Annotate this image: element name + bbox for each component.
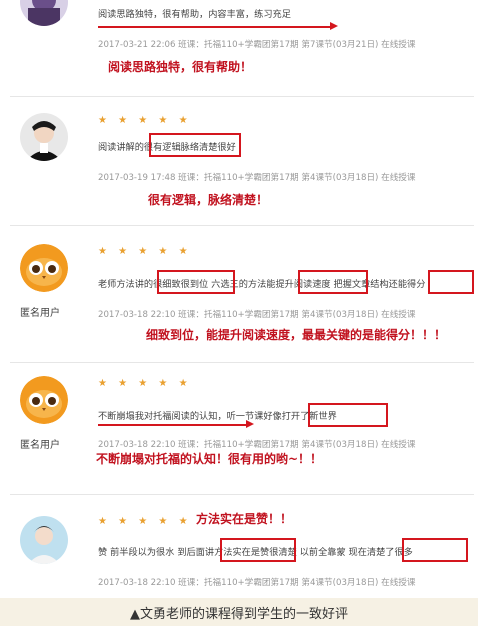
highlight-box <box>298 270 368 294</box>
review-card-2: ★ ★ ★ ★ ★ 阅读讲解的很有逻辑脉络清楚很好 2017-03-19 17:… <box>10 97 474 226</box>
image-caption: ▲文勇老师的课程得到学生的一致好评 <box>130 607 348 622</box>
annotation-text: 阅读思路独特，很有帮助！ <box>108 60 253 74</box>
highlight-box <box>157 270 235 294</box>
review-card-3: 匿名用户 ★ ★ ★ ★ ★ 老师方法讲的很细致很到位 六选三的方法能提升阅读速… <box>10 232 474 363</box>
review-meta: 2017-03-21 22:06 班课：托福110+学霸团第17期 第7课节(0… <box>98 40 416 50</box>
user-name: 匿名用户 <box>20 308 60 319</box>
star-rating: ★ ★ ★ ★ ★ <box>98 115 192 126</box>
annotation-text: 不断崩塌对托福的认知！很有用的哟~！！ <box>96 452 323 466</box>
annotation-text: 方法实在是赞！！ <box>196 512 293 526</box>
review-meta: 2017-03-18 22:10 班课：托福110+学霸团第17期 第4课节(0… <box>98 310 416 320</box>
highlight-box <box>149 133 241 157</box>
user-avatar[interactable] <box>20 113 68 161</box>
owl-avatar-icon[interactable] <box>20 376 68 424</box>
review-text: 不断崩塌我对托福阅读的认知，听一节课好像打开了新世界 <box>98 411 337 422</box>
review-meta: 2017-03-18 22:10 班课：托福110+学霸团第17期 第4课节(0… <box>98 440 416 450</box>
underline-mark <box>98 424 246 426</box>
review-card-1: 阅读思路独特，很有帮助，内容丰富，练习充足 2017-03-21 22:06 班… <box>10 0 474 97</box>
caption-banner: ▲文勇老师的课程得到学生的一致好评 <box>0 598 478 626</box>
underline-mark <box>98 26 330 28</box>
review-meta: 2017-03-19 17:48 班课：托福110+学霸团第17期 第4课节(0… <box>98 173 416 183</box>
star-rating: ★ ★ ★ ★ ★ <box>98 516 192 527</box>
owl-avatar-icon[interactable] <box>20 244 68 292</box>
user-name: 匿名用户 <box>20 440 60 451</box>
user-avatar[interactable] <box>20 0 68 26</box>
review-text: 老师方法讲的很细致很到位 六选三的方法能提升阅读速度 把握文章结构还能得分 <box>98 279 426 290</box>
screenshot-stage: 阅读思路独特，很有帮助，内容丰富，练习充足 2017-03-21 22:06 班… <box>0 0 478 626</box>
highlight-box <box>220 538 296 562</box>
review-card-4: 匿名用户 ★ ★ ★ ★ ★ 不断崩塌我对托福阅读的认知，听一节课好像打开了新世… <box>10 366 474 495</box>
annotation-text: 很有逻辑，脉络清楚！ <box>148 193 269 207</box>
star-rating: ★ ★ ★ ★ ★ <box>98 378 192 389</box>
star-rating: ★ ★ ★ ★ ★ <box>98 246 192 257</box>
user-avatar[interactable] <box>20 516 68 564</box>
arrow-icon <box>330 22 338 30</box>
review-text: 阅读思路独特，很有帮助，内容丰富，练习充足 <box>98 9 291 20</box>
highlight-box <box>402 538 468 562</box>
highlight-box <box>308 403 388 427</box>
review-card-5: ★ ★ ★ ★ ★ 方法实在是赞！！ 赞 前半段以为很水 到后面讲方法实在是赞很… <box>10 500 474 598</box>
annotation-text: 细致到位，能提升阅读速度，最最关键的是能得分！！！ <box>146 328 447 342</box>
review-meta: 2017-03-18 22:10 班课：托福110+学霸团第17期 第4课节(0… <box>98 578 416 588</box>
arrow-icon <box>246 420 254 428</box>
highlight-box <box>428 270 474 294</box>
